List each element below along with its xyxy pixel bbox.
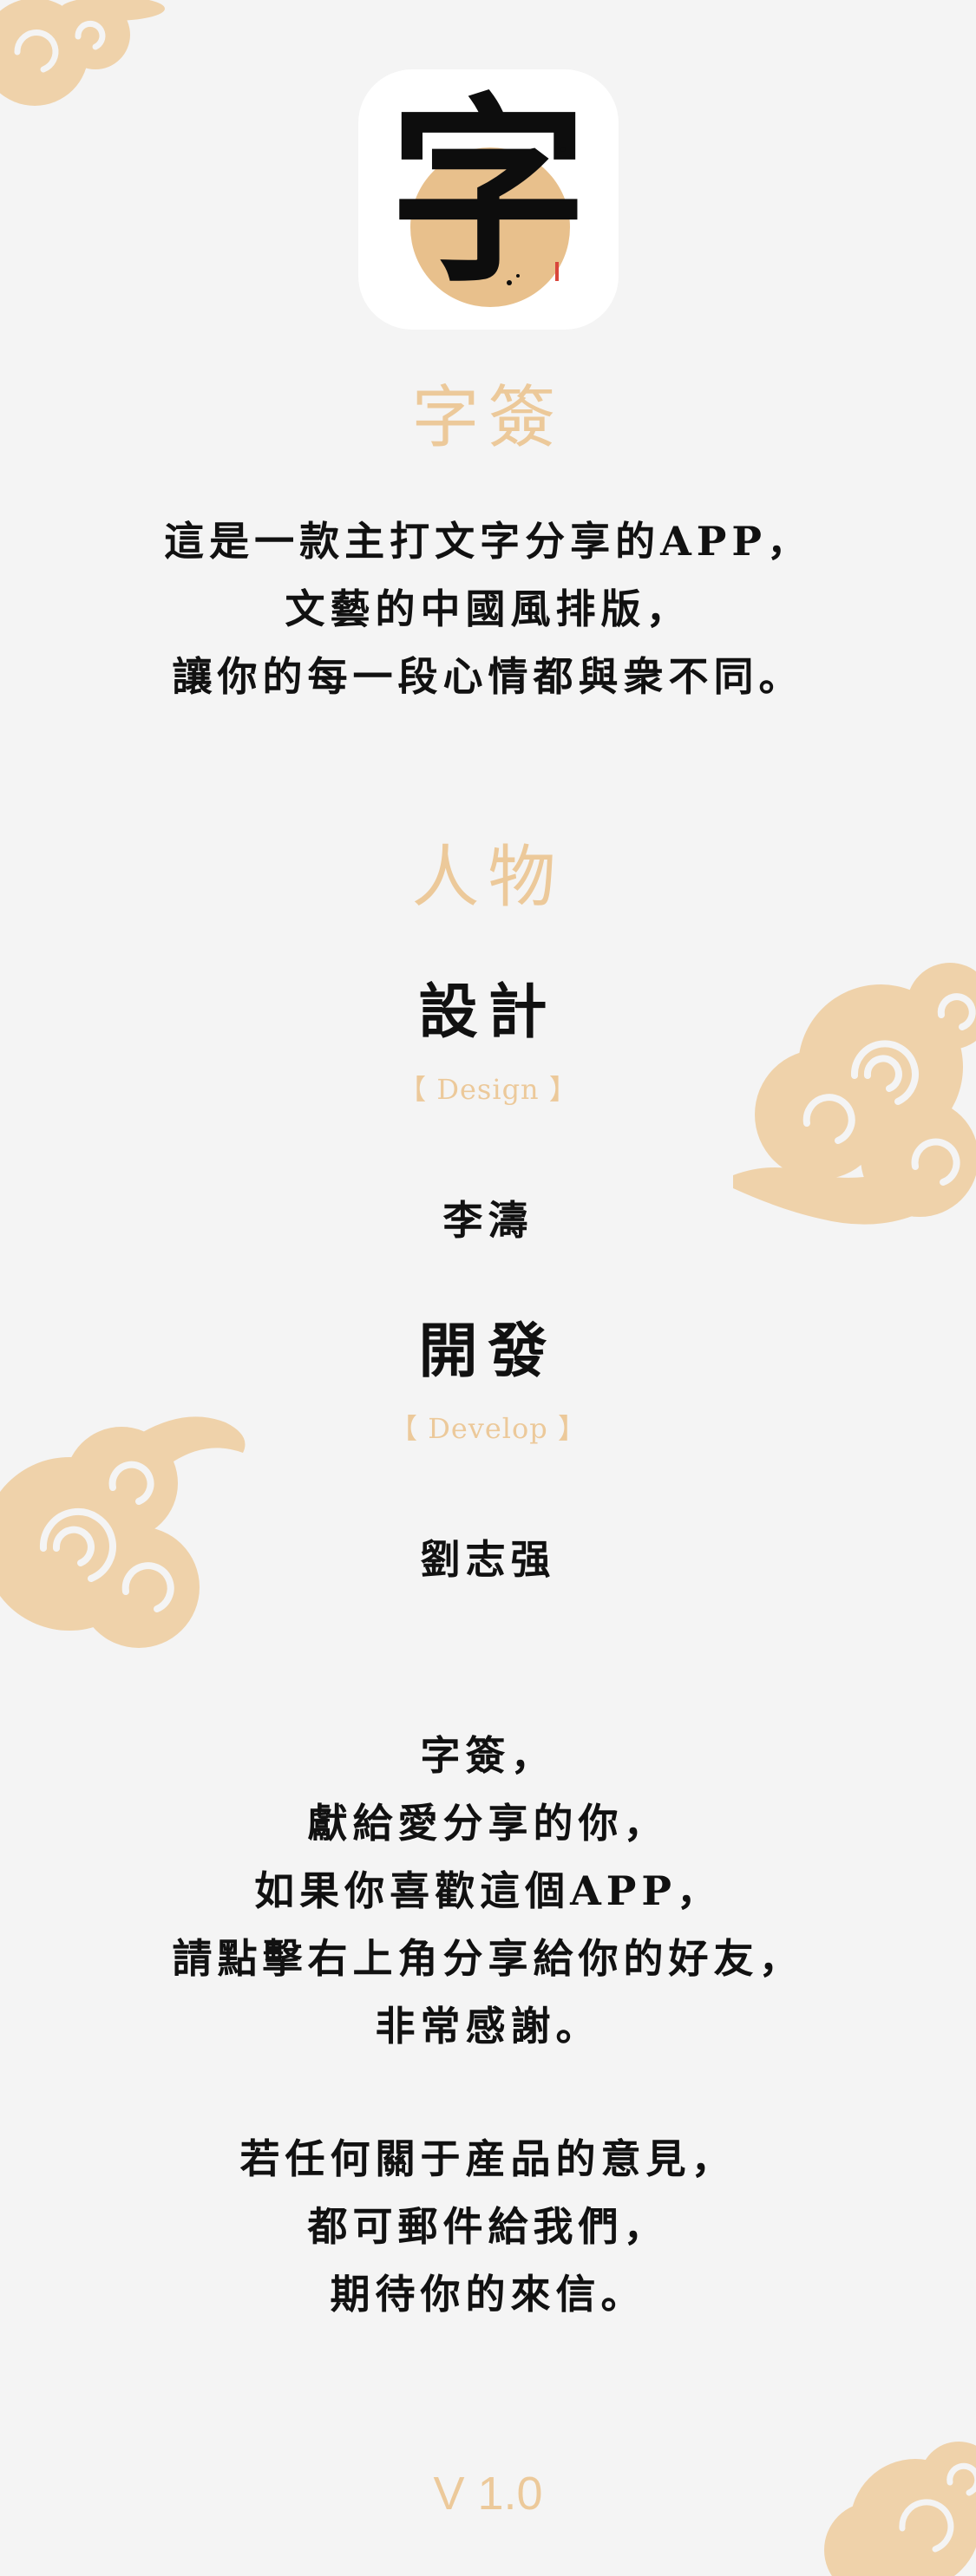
feedback-line: 都可郵件給我們， [307,2203,669,2250]
feedback-text: 若任何關于産品的意見， 都可郵件給我們， 期待你的來信。 [0,2125,976,2328]
role-develop-person: 劉志强 [420,1536,556,1583]
role-design-subtitle: 【 Design 】 [398,1073,578,1106]
cloud-decoration-top-left [0,0,165,106]
app-name: 字簽 [411,379,565,457]
intro-line: 文藝的中國風排版， [285,585,691,632]
role-develop-title: 開發 [418,1317,558,1386]
people-section-title: 人物 [411,839,565,917]
role-design-title: 設計 [418,977,558,1047]
feedback-line: 期待你的來信。 [330,2271,646,2318]
version-label: V 1.0 [433,2468,543,2520]
dedication-line: 獻給愛分享的你， [307,1800,669,1847]
feedback-line: 若任何關于産品的意見， [239,2135,737,2182]
dedication-line: 字簽， [420,1732,556,1779]
dedication-line: 如果你喜歡這個APP， [254,1867,722,1914]
role-design-person: 李濤 [442,1197,534,1244]
role-develop-subtitle: 【 Develop 】 [390,1412,586,1445]
app-icon: 字 [358,69,619,330]
app-icon-artwork: 字 [389,75,588,310]
dedication-text: 字簽， 獻給愛分享的你， 如果你喜歡這個APP， 請點擊右上角分享給你的好友， … [0,1722,976,2060]
intro-line: 讓你的每一段心情都與衆不同。 [172,653,804,700]
intro-text: 這是一款主打文字分享的APP， 文藝的中國風排版， 讓你的每一段心情都與衆不同。 [0,507,976,710]
dedication-line: 非常感謝。 [375,2003,601,2050]
intro-line: 這是一款主打文字分享的APP， [164,518,812,565]
seal-stamp-mark [555,262,559,281]
dedication-line: 請點擊右上角分享給你的好友， [172,1935,804,1982]
